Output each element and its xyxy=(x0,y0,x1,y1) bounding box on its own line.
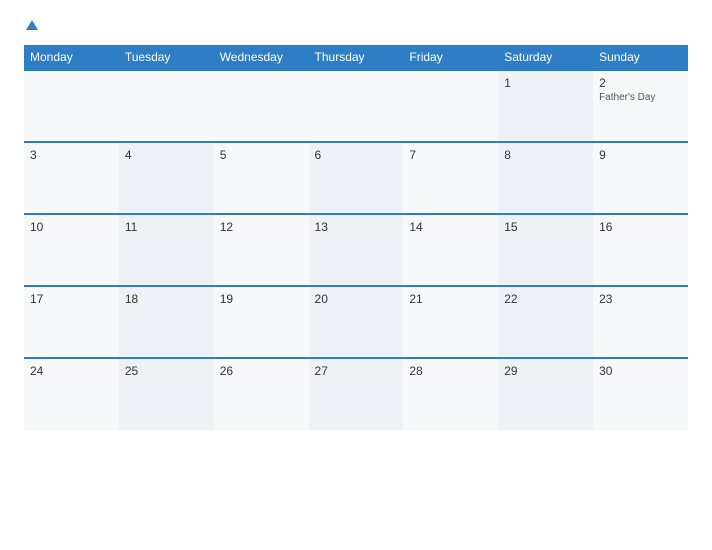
day-number: 14 xyxy=(409,220,492,234)
day-number: 3 xyxy=(30,148,113,162)
day-number: 23 xyxy=(599,292,682,306)
day-cell: 24 xyxy=(24,358,119,430)
day-cell: 19 xyxy=(214,286,309,358)
day-number: 2 xyxy=(599,76,682,90)
week-row-1: 12 Father's Day xyxy=(24,70,688,142)
logo xyxy=(24,20,38,31)
day-cell: 26 xyxy=(214,358,309,430)
day-cell: 18 xyxy=(119,286,214,358)
day-number: 1 xyxy=(504,76,587,90)
day-cell: 29 xyxy=(498,358,593,430)
day-cell: 14 xyxy=(403,214,498,286)
day-cell xyxy=(309,70,404,142)
day-number: 10 xyxy=(30,220,113,234)
calendar-container: MondayTuesdayWednesdayThursdayFridaySatu… xyxy=(0,0,712,550)
day-number: 29 xyxy=(504,364,587,378)
day-number: 27 xyxy=(315,364,398,378)
day-cell: 6 xyxy=(309,142,404,214)
day-cell: 1 xyxy=(498,70,593,142)
day-cell: 7 xyxy=(403,142,498,214)
day-number: 16 xyxy=(599,220,682,234)
day-cell: 2 Father's Day xyxy=(593,70,688,142)
day-number: 19 xyxy=(220,292,303,306)
day-number: 21 xyxy=(409,292,492,306)
day-cell: 21 xyxy=(403,286,498,358)
day-cell: 25 xyxy=(119,358,214,430)
day-cell: 9 xyxy=(593,142,688,214)
day-number: 4 xyxy=(125,148,208,162)
day-number: 22 xyxy=(504,292,587,306)
weekday-tuesday: Tuesday xyxy=(119,45,214,70)
day-cell: 12 xyxy=(214,214,309,286)
day-cell: 22 xyxy=(498,286,593,358)
day-number: 12 xyxy=(220,220,303,234)
day-cell: 13 xyxy=(309,214,404,286)
week-row-2: 3456789 xyxy=(24,142,688,214)
day-number: 13 xyxy=(315,220,398,234)
day-number: 20 xyxy=(315,292,398,306)
day-number: 5 xyxy=(220,148,303,162)
day-number: 9 xyxy=(599,148,682,162)
day-cell: 4 xyxy=(119,142,214,214)
day-cell: 15 xyxy=(498,214,593,286)
day-cell: 3 xyxy=(24,142,119,214)
day-number: 15 xyxy=(504,220,587,234)
weekday-wednesday: Wednesday xyxy=(214,45,309,70)
day-number: 25 xyxy=(125,364,208,378)
week-row-5: 24 25 26 27 28 29 30 xyxy=(24,358,688,430)
calendar-grid: MondayTuesdayWednesdayThursdayFridaySatu… xyxy=(24,45,688,430)
day-cell: 20 xyxy=(309,286,404,358)
day-cell: 23 xyxy=(593,286,688,358)
weekday-sunday: Sunday xyxy=(593,45,688,70)
day-cell: 27 xyxy=(309,358,404,430)
day-number: 11 xyxy=(125,220,208,234)
day-number: 6 xyxy=(315,148,398,162)
day-cell: 28 xyxy=(403,358,498,430)
day-cell xyxy=(24,70,119,142)
weekday-friday: Friday xyxy=(403,45,498,70)
calendar-header xyxy=(24,20,688,31)
day-number: 17 xyxy=(30,292,113,306)
day-cell xyxy=(403,70,498,142)
day-cell: 16 xyxy=(593,214,688,286)
day-number: 7 xyxy=(409,148,492,162)
day-number: 28 xyxy=(409,364,492,378)
week-row-4: 17 18 19 20 21 22 23 xyxy=(24,286,688,358)
day-cell: 30 xyxy=(593,358,688,430)
day-cell xyxy=(119,70,214,142)
day-number: 26 xyxy=(220,364,303,378)
week-row-3: 10 11 12 13 14 15 16 xyxy=(24,214,688,286)
day-cell: 11 xyxy=(119,214,214,286)
weekday-monday: Monday xyxy=(24,45,119,70)
day-number: 8 xyxy=(504,148,587,162)
weekday-thursday: Thursday xyxy=(309,45,404,70)
weekday-header-row: MondayTuesdayWednesdayThursdayFridaySatu… xyxy=(24,45,688,70)
day-event: Father's Day xyxy=(599,92,682,103)
logo-triangle-icon xyxy=(26,20,38,30)
day-number: 24 xyxy=(30,364,113,378)
day-cell: 8 xyxy=(498,142,593,214)
day-cell: 17 xyxy=(24,286,119,358)
day-number: 30 xyxy=(599,364,682,378)
weekday-saturday: Saturday xyxy=(498,45,593,70)
day-number: 18 xyxy=(125,292,208,306)
day-cell: 10 xyxy=(24,214,119,286)
day-cell: 5 xyxy=(214,142,309,214)
day-cell xyxy=(214,70,309,142)
